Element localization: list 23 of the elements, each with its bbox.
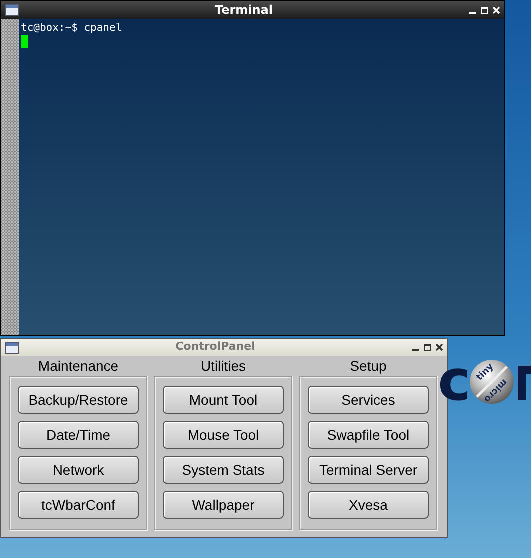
section-heading: Utilities xyxy=(200,357,246,376)
window-title: ControlPanel xyxy=(174,339,256,356)
panel-button[interactable]: Services xyxy=(308,386,429,414)
panel-button[interactable]: Backup/Restore xyxy=(18,386,139,414)
panel-button[interactable]: Swapfile Tool xyxy=(308,421,429,449)
window-icon[interactable] xyxy=(5,4,19,16)
panel-button[interactable]: tcWbarConf xyxy=(18,491,139,519)
panel-button[interactable]: Wallpaper xyxy=(163,491,284,519)
panel-button[interactable]: Mouse Tool xyxy=(163,421,284,449)
window-title: Terminal xyxy=(214,2,274,19)
close-icon[interactable] xyxy=(436,344,443,351)
panel-button[interactable]: Network xyxy=(18,456,139,484)
maximize-icon[interactable] xyxy=(424,344,431,351)
section-heading: Maintenance xyxy=(38,357,119,376)
panel-button[interactable]: Terminal Server xyxy=(308,456,429,484)
scrollbar[interactable] xyxy=(1,19,19,335)
panel-button[interactable]: Mount Tool xyxy=(163,386,284,414)
panel-button[interactable]: Date/Time xyxy=(18,421,139,449)
panel-button[interactable]: Xvesa xyxy=(308,491,429,519)
window-icon[interactable] xyxy=(5,342,19,354)
terminal-line: tc@box:~$ cpanel xyxy=(21,22,124,35)
panel-button[interactable]: System Stats xyxy=(163,456,284,484)
section-heading: Setup xyxy=(350,357,387,376)
